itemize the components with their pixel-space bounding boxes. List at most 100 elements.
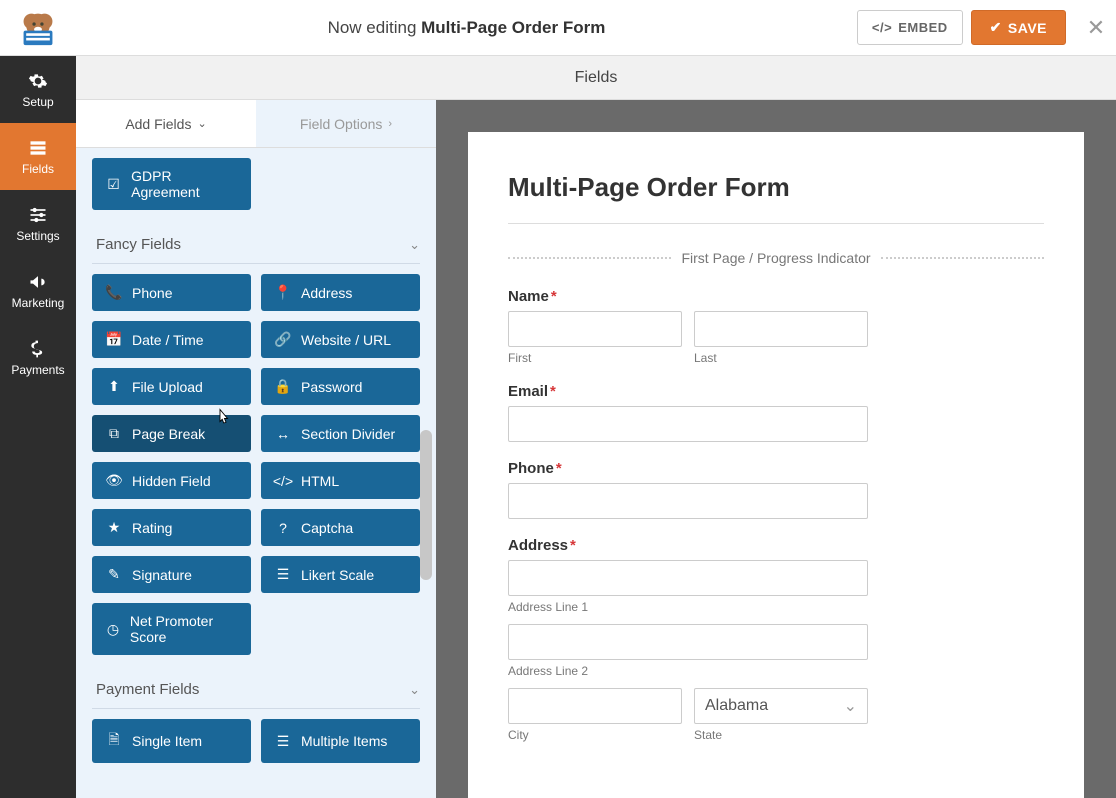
main-sidebar: Setup Fields Settings Marketing Payments — [0, 56, 76, 798]
field-pagebreak[interactable]: ⧉Page Break — [92, 415, 251, 452]
star-icon: ★ — [106, 519, 122, 536]
list-icon: ☰ — [275, 733, 291, 750]
sidebar-label: Settings — [16, 229, 59, 243]
code-icon: </> — [872, 20, 892, 35]
arrows-h-icon: ↔ — [275, 426, 291, 442]
sidebar-item-payments[interactable]: Payments — [0, 324, 76, 391]
addr2-sublabel: Address Line 2 — [508, 664, 1044, 678]
last-sublabel: Last — [694, 351, 868, 365]
city-input[interactable] — [508, 688, 682, 724]
field-gdpr[interactable]: ☑GDPR Agreement — [92, 158, 251, 210]
field-single-item[interactable]: 🗎Single Item — [92, 719, 251, 763]
chevron-down-icon: ⌄ — [409, 682, 420, 698]
chevron-down-icon: ⌄ — [197, 117, 206, 130]
state-select[interactable]: Alabama ⌄ — [694, 688, 868, 724]
list-icon: ☰ — [275, 566, 291, 583]
last-name-input[interactable] — [694, 311, 868, 347]
address-label: Address* — [508, 537, 1044, 554]
file-icon: 🗎 — [106, 729, 122, 753]
sliders-icon — [28, 205, 48, 225]
embed-button[interactable]: </> EMBED — [857, 10, 963, 45]
field-sectiondivider[interactable]: ↔Section Divider — [261, 415, 420, 452]
first-name-input[interactable] — [508, 311, 682, 347]
pencil-icon: ✎ — [106, 566, 122, 583]
editing-prefix: Now editing — [328, 18, 422, 37]
eye-slash-icon: 👁 — [106, 472, 122, 489]
tab-add-fields[interactable]: Add Fields⌄ — [76, 100, 256, 147]
fields-panel: Add Fields⌄ Field Options› ☑GDPR Agreeme… — [76, 100, 436, 798]
dollar-icon — [28, 339, 48, 359]
progress-indicator-divider: First Page / Progress Indicator — [508, 250, 1044, 266]
field-html[interactable]: </>HTML — [261, 462, 420, 499]
editing-title: Now editing Multi-Page Order Form — [76, 18, 857, 38]
field-rating[interactable]: ★Rating — [92, 509, 251, 546]
scrollbar-thumb[interactable] — [420, 430, 432, 580]
phone-input[interactable] — [508, 483, 868, 519]
field-address[interactable]: Address* Address Line 1 Address Line 2 C… — [508, 537, 1044, 742]
question-icon: ? — [275, 520, 291, 536]
tachometer-icon: ◷ — [106, 621, 120, 638]
subheader-fields: Fields — [76, 56, 1116, 100]
code-icon: </> — [275, 473, 291, 489]
sidebar-item-fields[interactable]: Fields — [0, 123, 76, 190]
sidebar-label: Marketing — [12, 296, 65, 310]
save-label: SAVE — [1008, 20, 1047, 36]
bullhorn-icon — [28, 272, 48, 292]
field-fileupload[interactable]: ⬆File Upload — [92, 368, 251, 405]
chevron-right-icon: › — [388, 118, 392, 130]
editing-form-name: Multi-Page Order Form — [421, 18, 605, 37]
field-address[interactable]: 📍Address — [261, 274, 420, 311]
field-email[interactable]: Email* — [508, 383, 1044, 442]
field-phone[interactable]: Phone* — [508, 460, 1044, 519]
address-line1-input[interactable] — [508, 560, 868, 596]
sidebar-item-marketing[interactable]: Marketing — [0, 257, 76, 324]
field-nps[interactable]: ◷Net Promoter Score — [92, 603, 251, 655]
panel-scrollbar[interactable] — [420, 100, 432, 798]
calendar-icon: 📅 — [106, 331, 122, 348]
section-payment-fields[interactable]: Payment Fields⌄ — [92, 655, 420, 709]
check-icon: ✔ — [990, 19, 1002, 36]
form-preview: Multi-Page Order Form First Page / Progr… — [436, 100, 1116, 798]
city-sublabel: City — [508, 728, 682, 742]
title-divider — [508, 223, 1044, 224]
map-pin-icon: 📍 — [275, 284, 291, 301]
field-multiple-items[interactable]: ☰Multiple Items — [261, 719, 420, 763]
link-icon: 🔗 — [275, 331, 291, 348]
sidebar-label: Fields — [22, 162, 54, 176]
gear-icon — [28, 71, 48, 91]
field-datetime[interactable]: 📅Date / Time — [92, 321, 251, 358]
field-phone[interactable]: 📞Phone — [92, 274, 251, 311]
field-password[interactable]: 🔒Password — [261, 368, 420, 405]
close-button[interactable]: ✕ — [1076, 15, 1116, 41]
field-name[interactable]: Name* First Last — [508, 288, 1044, 365]
top-bar: Now editing Multi-Page Order Form </> EM… — [0, 0, 1116, 56]
section-fancy-fields[interactable]: Fancy Fields⌄ — [92, 210, 420, 264]
name-label: Name* — [508, 288, 1044, 305]
sidebar-label: Setup — [22, 95, 53, 109]
field-signature[interactable]: ✎Signature — [92, 556, 251, 593]
phone-label: Phone* — [508, 460, 1044, 477]
copy-icon: ⧉ — [106, 425, 122, 442]
form-icon — [28, 138, 48, 158]
form-title: Multi-Page Order Form — [508, 172, 1044, 203]
field-website[interactable]: 🔗Website / URL — [261, 321, 420, 358]
progress-label: First Page / Progress Indicator — [681, 250, 870, 266]
app-logo — [0, 0, 76, 56]
check-square-icon: ☑ — [106, 176, 121, 193]
sidebar-item-settings[interactable]: Settings — [0, 190, 76, 257]
field-likert[interactable]: ☰Likert Scale — [261, 556, 420, 593]
email-label: Email* — [508, 383, 1044, 400]
save-button[interactable]: ✔ SAVE — [971, 10, 1066, 45]
phone-icon: 📞 — [106, 284, 122, 301]
field-hidden[interactable]: 👁Hidden Field — [92, 462, 251, 499]
embed-label: EMBED — [898, 20, 947, 35]
chevron-down-icon: ⌄ — [409, 237, 420, 253]
lock-icon: 🔒 — [275, 378, 291, 395]
field-captcha[interactable]: ?Captcha — [261, 509, 420, 546]
address-line2-input[interactable] — [508, 624, 868, 660]
state-sublabel: State — [694, 728, 868, 742]
email-input[interactable] — [508, 406, 868, 442]
sidebar-item-setup[interactable]: Setup — [0, 56, 76, 123]
upload-icon: ⬆ — [106, 378, 122, 395]
tab-field-options[interactable]: Field Options› — [256, 100, 436, 147]
